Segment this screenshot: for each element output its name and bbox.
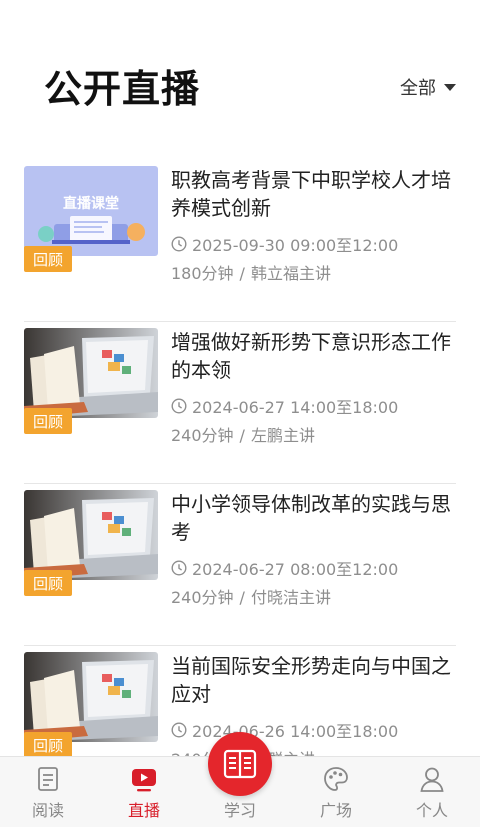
clock-icon bbox=[171, 722, 187, 738]
tab-live[interactable]: 直播 bbox=[96, 757, 192, 827]
live-classroom-illustration: 直播课堂 bbox=[24, 166, 158, 256]
tab-label: 直播 bbox=[127, 801, 160, 820]
item-duration: 240分钟 bbox=[171, 588, 234, 607]
book-laptop-image bbox=[24, 652, 158, 742]
replay-badge: 回顾 bbox=[24, 246, 72, 272]
caret-down-icon bbox=[444, 83, 456, 91]
item-speaker: 韩立福主讲 bbox=[250, 264, 331, 283]
list-item[interactable]: 回顾 增强做好新形势下意识形态工作的本领 2024-06-27 14:00至18… bbox=[24, 322, 456, 484]
thumb-text: 直播课堂 bbox=[63, 195, 119, 212]
tab-label: 阅读 bbox=[31, 801, 64, 820]
tab-square[interactable]: 广场 bbox=[288, 757, 384, 827]
time-row: 2024-06-27 14:00至18:00 bbox=[171, 394, 398, 418]
list-item[interactable]: 直播课堂 回顾 职教高考背景下中职学校人才培养模式创新 2025-09-30 0… bbox=[24, 160, 456, 322]
time-row: 2024-06-27 08:00至12:00 bbox=[171, 556, 398, 580]
palette-icon bbox=[324, 767, 348, 791]
document-icon bbox=[38, 767, 58, 791]
clock-icon bbox=[171, 560, 187, 576]
person-icon bbox=[420, 767, 444, 792]
play-icon bbox=[132, 769, 156, 792]
item-title: 中小学领导体制改革的实践与思考 bbox=[171, 492, 451, 544]
list-item[interactable]: 回顾 中小学领导体制改革的实践与思考 2024-06-27 08:00至12:0… bbox=[24, 484, 456, 646]
book-laptop-image bbox=[24, 328, 158, 418]
replay-badge: 回顾 bbox=[24, 408, 72, 434]
item-time: 2024-06-27 14:00至18:00 bbox=[192, 398, 399, 417]
item-title: 增强做好新形势下意识形态工作的本领 bbox=[171, 330, 451, 382]
clock-icon bbox=[171, 398, 187, 414]
meta-row: 180分钟 / 韩立福主讲 bbox=[171, 264, 331, 283]
tab-label: 学习 bbox=[223, 801, 256, 820]
item-title: 职教高考背景下中职学校人才培养模式创新 bbox=[171, 168, 451, 220]
item-duration: 240分钟 bbox=[171, 426, 234, 445]
tab-label: 个人 bbox=[415, 801, 448, 820]
item-time: 2025-09-30 09:00至12:00 bbox=[192, 236, 399, 255]
tab-read[interactable]: 阅读 bbox=[0, 757, 96, 827]
study-center-button[interactable] bbox=[208, 732, 272, 796]
clock-icon bbox=[171, 236, 187, 252]
item-time: 2024-06-27 08:00至12:00 bbox=[192, 560, 399, 579]
live-list: 直播课堂 回顾 职教高考背景下中职学校人才培养模式创新 2025-09-30 0… bbox=[24, 160, 456, 808]
thumbnail-book-laptop bbox=[24, 652, 158, 742]
item-speaker: 付晓洁主讲 bbox=[250, 588, 331, 607]
replay-badge: 回顾 bbox=[24, 732, 72, 758]
item-title: 当前国际安全形势走向与中国之应对 bbox=[171, 654, 451, 706]
tab-profile[interactable]: 个人 bbox=[384, 757, 480, 827]
time-row: 2025-09-30 09:00至12:00 bbox=[171, 232, 398, 256]
page-title: 公开直播 bbox=[44, 67, 201, 111]
thumbnail-book-laptop bbox=[24, 490, 158, 580]
meta-row: 240分钟 / 付晓洁主讲 bbox=[171, 588, 331, 607]
filter-dropdown[interactable]: 全部 bbox=[400, 74, 456, 100]
time-row: 2024-06-26 14:00至18:00 bbox=[171, 718, 398, 742]
thumbnail-book-laptop bbox=[24, 328, 158, 418]
item-speaker: 左鹏主讲 bbox=[250, 426, 315, 445]
replay-badge: 回顾 bbox=[24, 570, 72, 596]
thumbnail-live-classroom: 直播课堂 bbox=[24, 166, 158, 256]
book-icon bbox=[223, 749, 257, 779]
header: 公开直播 全部 bbox=[0, 0, 480, 140]
meta-row: 240分钟 / 左鹏主讲 bbox=[171, 426, 315, 445]
tab-label: 广场 bbox=[319, 801, 352, 820]
book-laptop-image bbox=[24, 490, 158, 580]
item-duration: 180分钟 bbox=[171, 264, 234, 283]
filter-label: 全部 bbox=[400, 78, 436, 99]
